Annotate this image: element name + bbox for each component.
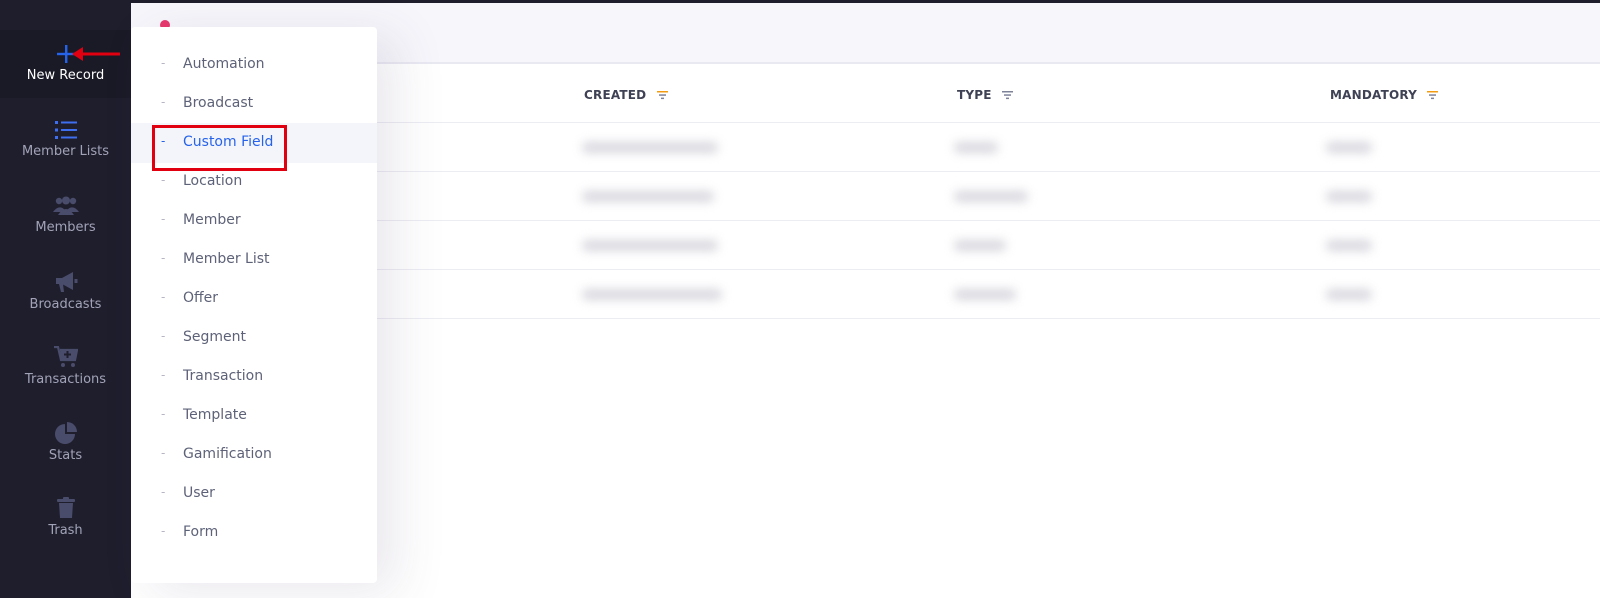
- sidebar-item-label: New Record: [26, 68, 105, 83]
- menu-item-offer[interactable]: - Offer: [131, 279, 377, 319]
- menu-item-label: Custom Field: [183, 134, 274, 150]
- column-header-label: TYPE: [957, 88, 992, 102]
- list-icon: [54, 121, 77, 139]
- annotation-arrow-icon: [72, 47, 120, 61]
- menu-item-user[interactable]: - User: [131, 474, 377, 514]
- menu-item-location[interactable]: - Location: [131, 162, 377, 202]
- column-header-type[interactable]: TYPE: [957, 88, 1014, 102]
- menu-item-label: Broadcast: [183, 95, 254, 111]
- menu-item-template[interactable]: - Template: [131, 396, 377, 436]
- menu-item-label: Transaction: [183, 368, 264, 384]
- blurred-cell: [1326, 289, 1372, 300]
- blurred-cell: [582, 289, 722, 300]
- users-icon: [52, 196, 79, 215]
- menu-item-bullet: -: [161, 290, 166, 304]
- menu-item-label: Location: [183, 173, 243, 189]
- blurred-cell: [1326, 191, 1372, 202]
- menu-item-bullet: -: [161, 524, 166, 538]
- sidebar-item-stats[interactable]: Stats: [0, 422, 131, 463]
- menu-item-label: User: [183, 485, 215, 501]
- menu-item-label: Offer: [183, 290, 219, 306]
- menu-item-bullet: -: [161, 329, 166, 343]
- menu-item-gamification[interactable]: - Gamification: [131, 435, 377, 475]
- menu-item-label: Automation: [183, 56, 265, 72]
- menu-item-member[interactable]: - Member: [131, 201, 377, 241]
- menu-item-bullet: -: [161, 485, 166, 499]
- column-header-label: MANDATORY: [1330, 88, 1418, 102]
- menu-item-bullet: -: [161, 446, 166, 460]
- blurred-cell: [954, 240, 1006, 251]
- menu-item-label: Form: [183, 524, 219, 540]
- sidebar-item-transactions[interactable]: Transactions: [0, 346, 131, 387]
- sidebar-item-label: Stats: [48, 448, 83, 463]
- menu-item-bullet: -: [161, 95, 166, 109]
- sidebar-item-new-record[interactable]: New Record: [0, 30, 131, 98]
- menu-item-bullet: -: [161, 134, 166, 148]
- filter-icon[interactable]: [1427, 90, 1439, 100]
- column-header-label: CREATED: [584, 88, 647, 102]
- menu-item-bullet: -: [161, 56, 166, 70]
- menu-item-segment[interactable]: - Segment: [131, 318, 377, 358]
- blurred-cell: [954, 191, 1028, 202]
- pie-chart-icon: [54, 422, 77, 444]
- sidebar-item-label: Member Lists: [21, 144, 110, 159]
- sidebar-item-label: Members: [35, 220, 96, 235]
- column-header-created[interactable]: CREATED: [584, 88, 668, 102]
- menu-item-member-list[interactable]: - Member List: [131, 240, 377, 280]
- menu-item-label: Member List: [183, 251, 270, 267]
- sidebar-item-label: Transactions: [24, 372, 107, 387]
- sidebar-item-members[interactable]: Members: [0, 196, 131, 235]
- sidebar: New Record Member Lists Members Broadcas…: [0, 0, 131, 598]
- blurred-cell: [582, 240, 718, 251]
- menu-item-bullet: -: [161, 251, 166, 265]
- sidebar-item-label: Trash: [48, 523, 83, 538]
- menu-item-bullet: -: [161, 173, 166, 187]
- menu-item-automation[interactable]: - Automation: [131, 45, 377, 85]
- cart-icon: [53, 346, 78, 367]
- blurred-cell: [582, 142, 718, 153]
- filter-icon[interactable]: [656, 90, 668, 100]
- menu-item-custom-field[interactable]: - Custom Field: [131, 123, 377, 163]
- sidebar-item-label: Broadcasts: [29, 297, 102, 312]
- column-header-mandatory[interactable]: MANDATORY: [1330, 88, 1439, 102]
- menu-item-label: Member: [183, 212, 241, 228]
- menu-item-bullet: -: [161, 407, 166, 421]
- sidebar-item-member-lists[interactable]: Member Lists: [0, 120, 131, 159]
- blurred-cell: [954, 142, 998, 153]
- app-window: CREATED TYPE MANDATORY New Record Member…: [0, 0, 1600, 598]
- filter-icon[interactable]: [1002, 90, 1014, 100]
- menu-item-transaction[interactable]: - Transaction: [131, 357, 377, 397]
- menu-item-label: Gamification: [183, 446, 272, 462]
- menu-item-bullet: -: [161, 212, 166, 226]
- megaphone-icon: [55, 272, 77, 292]
- menu-item-form[interactable]: - Form: [131, 513, 377, 553]
- sidebar-item-trash[interactable]: Trash: [0, 497, 131, 538]
- new-record-dropdown: - Automation - Broadcast - Custom Field …: [131, 27, 377, 583]
- blurred-cell: [582, 191, 714, 202]
- blurred-cell: [1326, 240, 1372, 251]
- blurred-cell: [1326, 142, 1372, 153]
- blurred-cell: [954, 289, 1016, 300]
- menu-item-broadcast[interactable]: - Broadcast: [131, 84, 377, 124]
- menu-item-bullet: -: [161, 368, 166, 382]
- sidebar-item-broadcasts[interactable]: Broadcasts: [0, 271, 131, 312]
- menu-item-label: Template: [183, 407, 247, 423]
- menu-item-label: Segment: [183, 329, 246, 345]
- trash-icon: [56, 497, 75, 518]
